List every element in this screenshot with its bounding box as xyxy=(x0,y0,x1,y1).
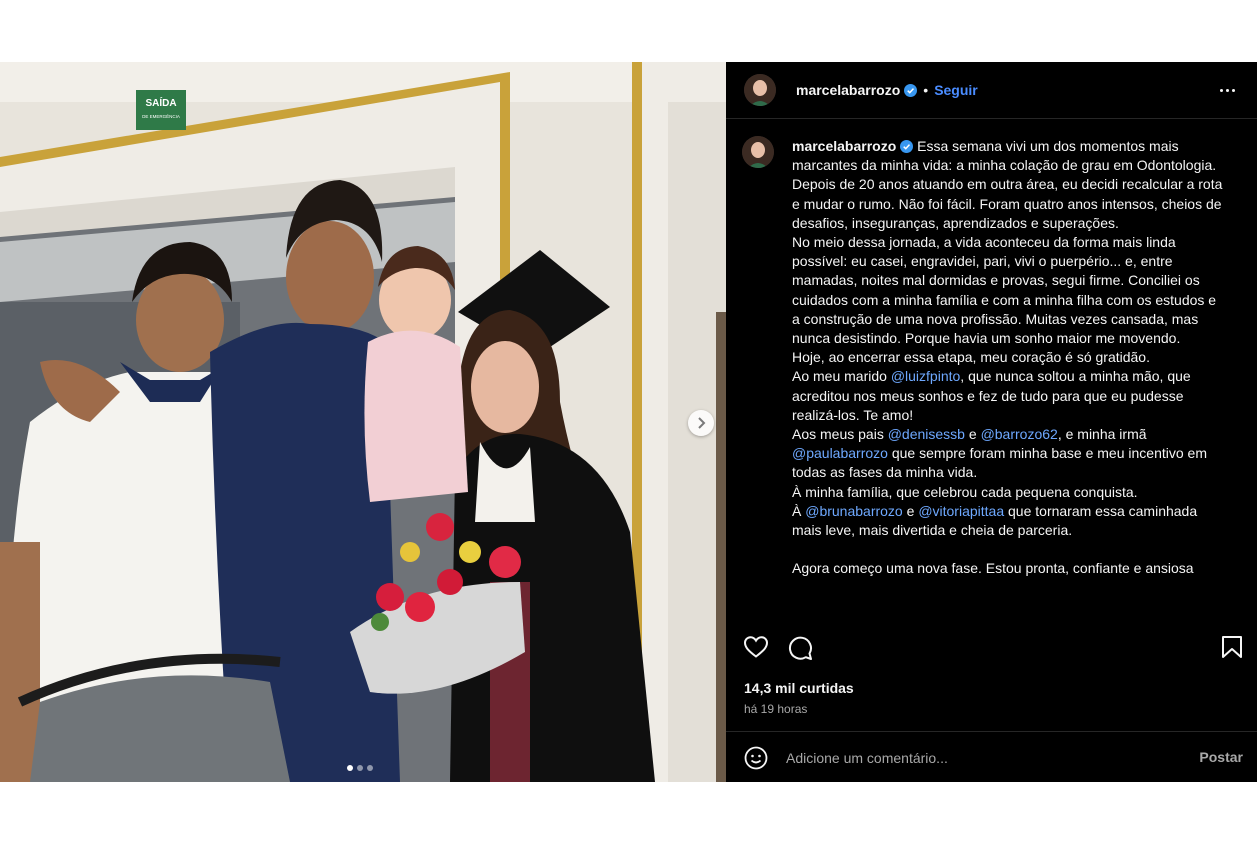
caption-paragraph: Aos meus pais @denisessb e @barrozo62, e… xyxy=(792,425,1224,483)
post-media[interactable]: SAÍDA DE EMERGÊNCIA xyxy=(0,62,726,782)
chevron-right-icon xyxy=(698,417,706,429)
caption-username[interactable]: marcelabarrozo xyxy=(792,138,896,154)
post-comment-button[interactable]: Postar xyxy=(1199,749,1243,765)
caption-paragraph: marcelabarrozo Essa semana vivi um dos m… xyxy=(792,137,1224,175)
post-timestamp[interactable]: há 19 horas xyxy=(744,702,807,716)
avatar[interactable] xyxy=(742,136,774,168)
emoji-icon[interactable] xyxy=(744,746,768,770)
exit-sign-text: SAÍDA xyxy=(145,96,176,109)
post-actions xyxy=(726,625,1257,669)
carousel-indicator xyxy=(347,765,373,771)
heart-icon[interactable] xyxy=(743,635,769,659)
caption-paragraph: À @brunabarrozo e @vitoriapittaa que tor… xyxy=(792,502,1224,540)
likes-count[interactable]: 14,3 mil curtidas xyxy=(744,680,854,696)
carousel-dot-active xyxy=(347,765,353,771)
caption-text: marcelabarrozo Essa semana vivi um dos m… xyxy=(792,137,1224,578)
caption-text-fragment: , e minha irmã xyxy=(1057,426,1147,443)
post-modal: SAÍDA DE EMERGÊNCIA marcelabarrozo • Seg… xyxy=(0,62,1257,782)
caption-text-fragment: e xyxy=(902,502,919,519)
post-panel: marcelabarrozo • Seguir marcelabarrozo E… xyxy=(726,62,1257,782)
mention-link[interactable]: @brunabarrozo xyxy=(805,503,903,519)
caption-spacer xyxy=(792,540,1224,559)
carousel-next-button[interactable] xyxy=(688,410,714,436)
more-options-button[interactable] xyxy=(1215,78,1239,102)
caption-paragraph: À minha família, que celebrou cada peque… xyxy=(792,483,1138,500)
avatar-image xyxy=(744,74,776,106)
mention-link[interactable]: @paulabarrozo xyxy=(792,445,888,461)
more-horizontal-icon xyxy=(1219,88,1223,92)
separator-dot: • xyxy=(923,82,929,98)
caption-text-fragment: À xyxy=(792,502,806,519)
avatar[interactable] xyxy=(744,74,776,106)
caption-text-fragment: Aos meus pais xyxy=(792,426,888,443)
bookmark-icon[interactable] xyxy=(1221,635,1243,659)
avatar-image xyxy=(742,136,774,168)
exit-sign-subtext: DE EMERGÊNCIA xyxy=(142,112,180,119)
caption-paragraph: Depois de 20 anos atuando em outra área,… xyxy=(792,176,1223,231)
post-header: marcelabarrozo • Seguir xyxy=(726,62,1257,119)
username-text: marcelabarrozo xyxy=(796,82,901,98)
caption-scroll-area[interactable]: marcelabarrozo Essa semana vivi um dos m… xyxy=(726,119,1257,624)
mention-link[interactable]: @luizfpinto xyxy=(891,368,960,384)
mention-link[interactable]: @vitoriapittaa xyxy=(918,503,1004,519)
caption-text-fragment: e xyxy=(964,426,981,443)
caption-paragraph: No meio dessa jornada, a vida aconteceu … xyxy=(792,234,1217,347)
verified-badge-icon xyxy=(904,84,918,97)
mention-link[interactable]: @denisessb xyxy=(888,426,965,442)
post-photo: SAÍDA DE EMERGÊNCIA xyxy=(0,62,726,782)
caption-paragraph: Ao meu marido @luizfpinto, que nunca sol… xyxy=(792,367,1224,425)
caption: marcelabarrozo Essa semana vivi um dos m… xyxy=(726,119,1257,578)
follow-button[interactable]: Seguir xyxy=(934,82,978,98)
mention-link[interactable]: @barrozo62 xyxy=(981,426,1058,442)
caption-paragraph: Hoje, ao encerrar essa etapa, meu coraçã… xyxy=(792,349,1150,366)
comment-icon[interactable] xyxy=(787,635,813,661)
caption-text-fragment: Ao meu marido xyxy=(792,368,891,385)
username-link[interactable]: marcelabarrozo xyxy=(796,82,918,98)
carousel-dot xyxy=(357,765,363,771)
comment-bar: Postar xyxy=(726,731,1257,783)
verified-badge-icon xyxy=(900,140,914,153)
comment-input[interactable] xyxy=(784,741,1168,774)
carousel-dot xyxy=(367,765,373,771)
caption-paragraph: Agora começo uma nova fase. Estou pronta… xyxy=(792,560,1194,577)
